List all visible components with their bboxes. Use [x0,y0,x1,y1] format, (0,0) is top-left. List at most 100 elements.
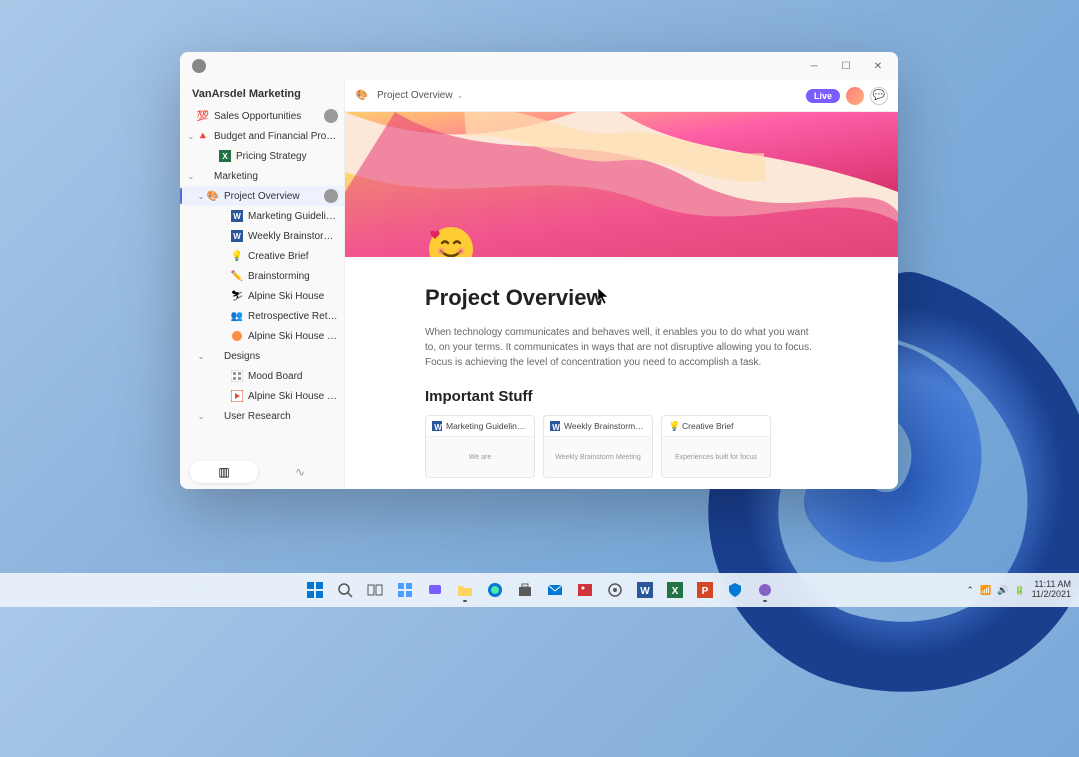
tray-battery-icon[interactable]: 🔋 [1014,585,1025,596]
tree-item[interactable]: ⛷Alpine Ski House [180,286,344,306]
svg-text:X: X [222,152,228,161]
taskbar-mail[interactable] [542,577,568,603]
card-icon: W [432,421,442,431]
minimize-button[interactable]: ─ [798,54,830,78]
tree-item[interactable]: Alpine Ski House (ID: 487… [180,326,344,346]
card-preview: We are [426,437,534,477]
tree-item[interactable]: 👥 Retrospective Retreat [180,306,344,326]
widgets-button[interactable] [392,577,418,603]
tree-item[interactable]: ⌄Marketing [180,166,344,186]
tree-item[interactable]: X Pricing Strategy [180,146,344,166]
taskbar-explorer[interactable] [452,577,478,603]
taskbar-store[interactable] [512,577,538,603]
item-icon [196,169,210,183]
item-label: Alpine Ski House (ID: 487… [248,331,338,342]
content-card[interactable]: WWeekly Brainstorm Me…Weekly Brainstorm … [543,415,653,478]
tree-item[interactable]: Mood Board [180,366,344,386]
tray-chevron-icon[interactable]: ⌃ [966,585,974,596]
app-icon [192,59,206,73]
item-label: Sales Opportunities [214,111,322,122]
tree-item[interactable]: WMarketing Guidelines for V… [180,206,344,226]
taskbar-powerpoint[interactable]: P [692,577,718,603]
tree-item[interactable]: W Weekly Brainstorm Meeting [180,226,344,246]
tree-item[interactable]: ✏️ Brainstorming [180,266,344,286]
item-label: Designs [224,351,338,362]
chevron-icon: ⌄ [196,352,206,361]
maximize-button[interactable]: ☐ [830,54,862,78]
taskbar-clock[interactable]: 11:11 AM11/2/2021 [1032,580,1071,600]
content-card[interactable]: W Marketing Guidelines f… We are [425,415,535,478]
page-description: When technology communicates and behaves… [425,325,818,370]
taskbar-edge[interactable] [482,577,508,603]
close-button[interactable]: ✕ [862,54,894,78]
chevron-icon: ⌄ [186,172,196,181]
item-icon: W [230,209,244,223]
card-icon: W [550,421,560,431]
content-card[interactable]: 💡Creative BriefExperiences built for foc… [661,415,771,478]
card-title: Marketing Guidelines f… [446,421,528,431]
chevron-down-icon: ⌄ [457,91,464,100]
item-icon [230,329,244,343]
item-icon: W [230,229,244,243]
cards-row: WMarketing Guidelines f…We areWWeekly Br… [425,415,818,478]
workspace-title: VanArsdel Marketing [180,80,344,106]
taskbar-chat[interactable] [422,577,448,603]
presence-avatar [324,189,338,203]
taskbar-loop[interactable] [752,577,778,603]
item-label: Retrospective Retreat [248,311,338,322]
search-button[interactable] [332,577,358,603]
tree-item[interactable]: Alpine Ski House Sizzle Re… [180,386,344,406]
card-icon: 💡 [668,421,678,431]
item-label: Pricing Strategy [236,151,338,162]
item-label: User Research [224,411,338,422]
taskbar: W X P ⌃ 📶 🔊 🔋 11:11 AM11/2/2021 [0,573,1079,607]
sidebar: VanArsdel Marketing 💯 Sales Opportunities… [180,80,345,489]
svg-text:W: W [434,423,442,431]
tree-item[interactable]: ⌄🎨Project Overview [180,186,344,206]
cursor-icon [597,287,611,305]
live-badge[interactable]: Live [806,89,840,103]
main-pane: 🎨 Project Overview ⌄ Live 💬 [345,80,898,489]
tree-item[interactable]: 💯 Sales Opportunities [180,106,344,126]
tree-item[interactable]: ⌄ Designs [180,346,344,366]
taskbar-excel[interactable]: X [662,577,688,603]
sidebar-tab-pages[interactable]: ▥ [190,461,258,483]
tray-volume-icon[interactable]: 🔊 [997,585,1008,596]
item-icon: 🎨 [206,189,220,203]
start-button[interactable] [302,577,328,603]
item-icon: 👥 [230,309,244,323]
tree-item[interactable]: 💡 Creative Brief [180,246,344,266]
taskview-button[interactable] [362,577,388,603]
taskbar-security[interactable] [722,577,748,603]
comments-button[interactable]: 💬 [870,87,888,105]
breadcrumb[interactable]: 🎨 Project Overview ⌄ [355,89,463,103]
titlebar[interactable]: ─ ☐ ✕ [180,52,898,80]
presence-avatar [324,109,338,123]
item-icon [230,369,244,383]
tree-item[interactable]: ⌄User Research [180,406,344,426]
tree-item[interactable]: ⌄🔺Budget and Financial Projection [180,126,344,146]
taskbar-settings[interactable] [602,577,628,603]
tray-wifi-icon[interactable]: 📶 [980,585,991,596]
user-avatar[interactable] [846,87,864,105]
svg-text:W: W [233,232,241,241]
item-icon: ✏️ [230,269,244,283]
item-icon: 🔺 [196,129,210,143]
sidebar-tab-activity[interactable]: ∿ [266,461,334,483]
svg-text:W: W [233,212,241,221]
item-icon: 💯 [196,109,210,123]
app-window: ─ ☐ ✕ VanArsdel Marketing 💯 Sales Opportu… [180,52,898,489]
chevron-icon: ⌄ [186,132,196,141]
item-icon: 💡 [230,249,244,263]
item-label: Brainstorming [248,271,338,282]
section-title: Important Stuff [425,388,818,405]
taskbar-word[interactable]: W [632,577,658,603]
item-label: Weekly Brainstorm Meeting [248,231,338,242]
card-preview: Weekly Brainstorm Meeting [544,437,652,477]
page-emoji-icon: 🎨 [355,89,369,103]
chevron-icon: ⌄ [196,192,206,201]
page-hero-emoji [423,221,479,257]
item-icon: X [218,149,232,163]
taskbar-photos[interactable] [572,577,598,603]
item-label: Creative Brief [248,251,338,262]
